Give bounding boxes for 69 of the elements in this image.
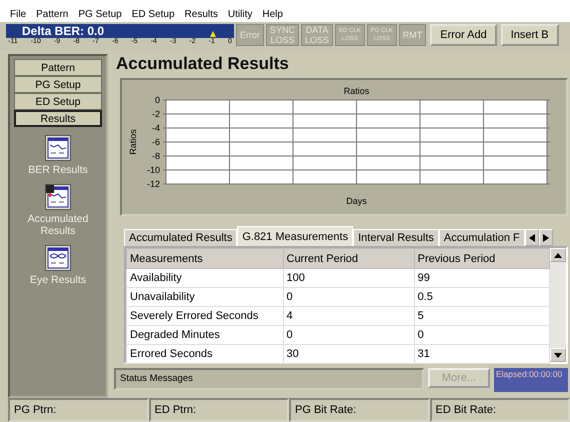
y-axis-label: Ratios — [128, 129, 138, 155]
status-bar-field: ED Bit Rate: — [430, 398, 570, 422]
table-cell: Severely Errored Seconds — [126, 306, 283, 326]
table-cell: Availability — [126, 268, 283, 288]
y-tick-label: -10 — [146, 165, 160, 175]
status-messages-box: Status Messages — [114, 368, 424, 390]
tab[interactable]: Interval Results — [353, 229, 439, 246]
status-indicator: RMT — [398, 24, 426, 46]
y-tick-label: -8 — [152, 151, 160, 161]
nav-button[interactable]: ED Setup — [14, 93, 102, 110]
tab[interactable]: Accumulated Results — [124, 229, 238, 246]
y-tick-label: -6 — [152, 137, 160, 147]
table-cell: 0 — [283, 288, 414, 306]
menu-item[interactable]: Utility — [228, 9, 252, 20]
scroll-right-button[interactable] — [538, 229, 553, 246]
page-title: Accumulated Results — [115, 54, 290, 75]
scroll-up-button[interactable] — [550, 248, 566, 262]
status-indicator: Error — [236, 24, 264, 46]
column-header: Previous Period — [414, 248, 550, 268]
right-triangle-icon — [542, 234, 549, 242]
table-cell: Degraded Minutes — [126, 326, 283, 344]
table-cell: 30 — [283, 344, 414, 364]
eye-diagram-icon — [45, 245, 71, 271]
y-tick-label: -2 — [152, 109, 160, 119]
toolbar-button[interactable]: Error Add — [430, 24, 497, 46]
left-triangle-icon — [528, 234, 535, 242]
tab[interactable]: G.821 Measurements — [237, 226, 354, 246]
toolbar-button[interactable]: Insert B — [500, 24, 559, 46]
menu-item[interactable]: Pattern — [36, 9, 68, 20]
table-cell: 100 — [283, 268, 414, 288]
menu-item[interactable]: Results — [184, 9, 218, 20]
nav-button[interactable]: Pattern — [14, 59, 102, 76]
column-header: Current Period — [283, 248, 414, 268]
nav-button[interactable]: PG Setup — [14, 76, 102, 93]
y-tick-label: -4 — [152, 123, 160, 133]
table-cell: 0.5 — [414, 288, 550, 306]
status-bar-field: PG Ptrn: — [8, 398, 148, 422]
table-cell: 31 — [414, 344, 550, 364]
status-indicator: DATA LOSS — [301, 24, 334, 46]
nav-button[interactable]: Results — [14, 110, 102, 127]
tab[interactable]: Accumulation F — [438, 229, 525, 246]
scroll-left-button[interactable] — [524, 229, 539, 246]
table-cell: Errored Seconds — [126, 344, 283, 364]
table-cell: 0 — [283, 326, 414, 344]
y-tick-label: 0 — [154, 95, 160, 105]
chart-title: Ratios — [344, 86, 370, 96]
status-bar-field: ED Ptrn: — [148, 398, 289, 422]
elapsed-time: Elapsed:00:00:00 — [494, 368, 568, 392]
table-cell: 4 — [283, 306, 414, 326]
floppy-chart-icon — [45, 184, 71, 210]
delta-ber-display: Delta BER: 0.0 — [6, 24, 234, 38]
scroll-down-button[interactable] — [550, 348, 566, 362]
scrollbar[interactable] — [550, 248, 566, 362]
table-cell: 99 — [414, 268, 550, 288]
y-tick-label: -12 — [146, 179, 160, 189]
menu-item[interactable]: PG Setup — [78, 9, 122, 20]
menu-item[interactable]: Help — [262, 9, 283, 20]
menu-item[interactable]: ED Setup — [132, 9, 175, 20]
menu-item[interactable]: File — [10, 9, 26, 20]
chart-window-icon — [45, 135, 71, 161]
status-indicator: SYNC LOSS — [266, 24, 300, 46]
table-cell: 0 — [414, 326, 550, 344]
status-bar-field: PG Bit Rate: — [289, 398, 430, 422]
x-axis-label: Days — [346, 196, 367, 206]
table-cell: 5 — [414, 306, 550, 326]
table-cell: Unavailability — [126, 288, 283, 306]
up-triangle-icon — [554, 252, 562, 258]
column-header: Measurements — [126, 248, 283, 268]
down-triangle-icon — [554, 352, 562, 358]
